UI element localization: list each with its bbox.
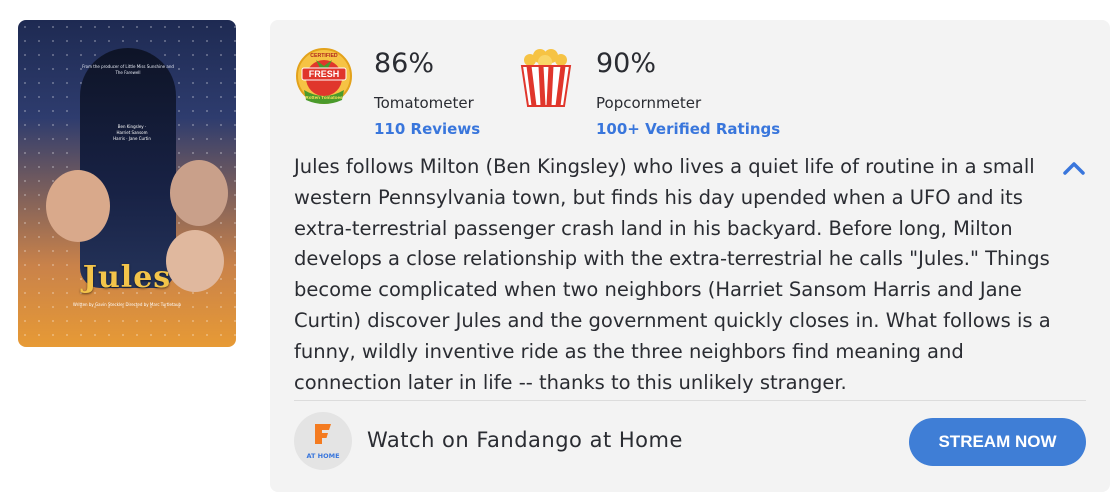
tomatometer-reviews-link[interactable]: 110 Reviews xyxy=(374,120,480,138)
fandango-logo-text: AT HOME xyxy=(306,452,340,460)
svg-text:Rotten Tomatoes: Rotten Tomatoes xyxy=(305,95,343,100)
poster-title: Jules xyxy=(82,260,172,295)
certified-fresh-icon: CERTIFIED FRESH Rotten Tomatoes xyxy=(296,48,352,104)
poster-face-milton xyxy=(46,170,110,242)
fandango-at-home-logo[interactable]: AT HOME xyxy=(294,412,352,470)
tomatometer-label: Tomatometer xyxy=(374,94,474,112)
svg-text:CERTIFIED: CERTIFIED xyxy=(310,53,338,59)
poster-byline: Written by Gavin Steckler Directed by Ma… xyxy=(72,302,182,307)
poster-tagline: From the producer of Little Miss Sunshin… xyxy=(82,64,174,75)
score-panel: CERTIFIED FRESH Rotten Tomatoes 86% Toma… xyxy=(270,20,1110,492)
popcorn-bucket-icon xyxy=(520,49,572,107)
poster-silhouette xyxy=(80,48,176,288)
chevron-up-icon[interactable] xyxy=(1062,158,1086,178)
popcornmeter-ratings-link[interactable]: 100+ Verified Ratings xyxy=(596,120,780,138)
popcornmeter-score: 90% xyxy=(596,48,657,79)
popcornmeter-label: Popcornmeter xyxy=(596,94,702,112)
svg-text:FRESH: FRESH xyxy=(309,69,340,79)
fandango-f-icon xyxy=(315,424,331,444)
movie-synopsis: Jules follows Milton (Ben Kingsley) who … xyxy=(294,155,1051,394)
poster-cast: Ben Kingsley · Harriet Sansom Harris · J… xyxy=(113,124,151,141)
section-divider xyxy=(294,400,1086,401)
poster-face-harriet xyxy=(170,160,228,226)
stream-now-button[interactable]: STREAM NOW xyxy=(909,418,1086,466)
tomatometer-score: 86% xyxy=(374,48,435,79)
movie-poster[interactable]: From the producer of Little Miss Sunshin… xyxy=(18,20,236,347)
watch-on-fandango-label: Watch on Fandango at Home xyxy=(367,428,683,452)
